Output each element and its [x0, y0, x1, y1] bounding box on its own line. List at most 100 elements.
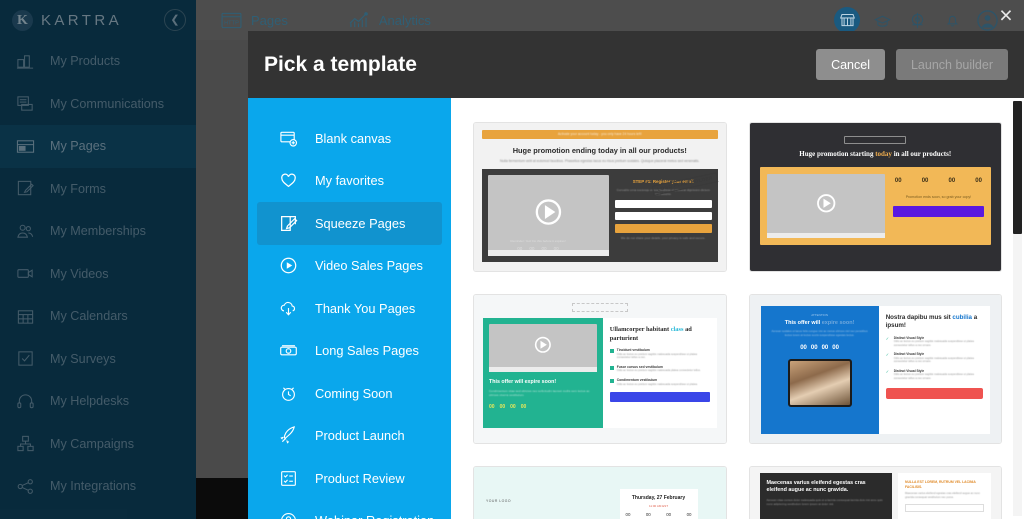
countdown-value: 00 [832, 345, 839, 351]
sidebar-item-my-memberships[interactable]: My Memberships [0, 210, 196, 253]
sidebar-item-label: My Surveys [50, 351, 116, 366]
template-card[interactable]: Huge promotion starting today in all our… [748, 122, 1002, 272]
graduation-cap-icon[interactable] [869, 7, 895, 33]
first-name-input[interactable] [905, 504, 984, 513]
template-headline: Huge promotion ending today in all our p… [512, 146, 687, 155]
reminder-text: Reminder: Yes! Do this before it expires… [510, 239, 566, 243]
optin-headline: NULLA EST LOREM, RUTRUM VEL LACINIA FACI… [905, 480, 976, 489]
forms-icon [14, 179, 36, 198]
offer-side: ATTENTION This offer will expire soon! A… [760, 306, 879, 434]
sidebar-item-my-campaigns[interactable]: My Campaigns [0, 423, 196, 466]
copy-side: Maecenas varius eleifend egestas cras el… [759, 473, 892, 519]
signup-button[interactable] [885, 387, 983, 399]
blank-canvas-icon [278, 128, 299, 149]
category-coming-soon[interactable]: Coming Soon [257, 372, 442, 415]
promo-text: Promotion ends soon, so grab your copy! [905, 194, 972, 199]
bullet-title: Distinct Visual Style [893, 352, 925, 357]
sidebar-item-my-products[interactable]: My Products [0, 40, 196, 83]
kartra-logo-icon: K [12, 9, 33, 31]
topbar-tab-pages-label: Pages [251, 12, 288, 28]
marketplace-icon[interactable] [834, 7, 860, 33]
countdown-value: 00 [666, 511, 672, 517]
category-label: Coming Soon [315, 385, 393, 401]
download-button[interactable] [892, 206, 984, 218]
template-card[interactable]: YOUR LOGO Thursday, 27 February 11:00 AM… [473, 466, 727, 519]
template-card[interactable]: Maecenas varius eleifend egestas cras el… [748, 466, 1002, 519]
scrollbar-thumb[interactable] [1013, 101, 1022, 234]
countdown-value: 00 [894, 178, 902, 185]
modal-header: Pick a template Cancel Launch builder [248, 31, 1024, 98]
bullet-item: Tincidunt vestibulum Odio ac lectus eu pr… [609, 348, 710, 360]
topbar-tab-pages[interactable]: HTTP Pages [220, 11, 288, 29]
bullet-item: Fusce cursus sed vestibulum Odio ac lectu… [609, 365, 710, 373]
webinar-date: Thursday, 27 February [631, 495, 686, 501]
launch-builder-button[interactable]: Launch builder [895, 49, 1008, 80]
checklist-icon [278, 468, 299, 489]
sidebar-item-my-pages[interactable]: My Pages [0, 125, 196, 168]
video-side: This offer will expire soon! Condimentum… [483, 318, 603, 428]
sidebar-item-my-helpdesks[interactable]: My Helpdesks [0, 380, 196, 423]
signup-button[interactable] [609, 392, 710, 403]
brand-name: KARTRA [41, 11, 122, 29]
play-circle-icon [278, 255, 299, 276]
logo-placeholder [571, 303, 628, 312]
template-panel: This offer will expire soon! Condimentum… [483, 318, 717, 428]
sidebar-item-my-integrations[interactable]: My Integrations [0, 465, 196, 508]
category-my-favorites[interactable]: My favorites [257, 160, 442, 203]
video-controls [489, 367, 597, 372]
notifications-bell-icon[interactable] [939, 7, 965, 33]
bullet-text: Odio ac lectus eu pretium sagittis males… [616, 382, 698, 386]
countdown: 00 00 00 00 [893, 174, 984, 185]
template-headline: Maecenas varius eleifend egestas cras el… [766, 480, 866, 494]
content-backdrop [196, 40, 248, 478]
category-video-sales-pages[interactable]: Video Sales Pages [257, 245, 442, 288]
sidebar-item-my-surveys[interactable]: My Surveys [0, 338, 196, 381]
modal-actions: Cancel Launch builder [816, 49, 1008, 80]
bullet-item: ✓ Distinct Visual Style Odio ac lectus eu … [886, 369, 983, 381]
countdown-value: 00 [948, 178, 956, 185]
category-product-review[interactable]: Product Review [257, 457, 442, 500]
sidebar-item-my-communications[interactable]: My Communications [0, 83, 196, 126]
offer-headline: This offer will expire soon! [489, 379, 557, 385]
template-card[interactable]: Activate your account today - you only h… [473, 122, 727, 272]
sidebar-item-my-calendars[interactable]: My Calendars [0, 295, 196, 338]
category-label: Blank canvas [315, 130, 392, 146]
chevron-left-icon[interactable]: ❮ [164, 9, 186, 31]
countdown-value: 00 [499, 404, 506, 411]
sidebar-item-label: My Products [50, 54, 120, 69]
category-blank-canvas[interactable]: Blank canvas [257, 117, 442, 160]
close-icon[interactable]: × [994, 4, 1018, 28]
category-label: Product Launch [315, 428, 405, 444]
category-label: Long Sales Pages [315, 343, 419, 359]
category-webinar-registration[interactable]: Webinar Registration [257, 500, 442, 519]
calendars-icon [14, 307, 36, 326]
cancel-button[interactable]: Cancel [816, 49, 885, 80]
template-panel: ATTENTION This offer will expire soon! A… [760, 306, 990, 434]
sidebar-item-label: My Campaigns [50, 436, 134, 451]
alarm-clock-icon [278, 383, 299, 404]
email-input[interactable] [614, 211, 712, 220]
category-squeeze-pages[interactable]: Squeeze Pages [257, 202, 442, 245]
sidebar-item-label: My Forms [50, 181, 106, 196]
sidebar-item-my-videos[interactable]: My Videos [0, 253, 196, 296]
memberships-icon [14, 222, 36, 241]
template-card[interactable]: ATTENTION This offer will expire soon! A… [748, 294, 1002, 444]
countdown: 00 00 00 00 [626, 512, 692, 518]
bullet-item: ✓ Distinct Visual Style Odio ac lectus eu … [886, 336, 983, 348]
offer-headline: This offer will expire soon! [784, 320, 855, 327]
bullet-title: Condimentum vestibulum [616, 378, 658, 383]
category-long-sales-pages[interactable]: Long Sales Pages [257, 330, 442, 373]
submit-button[interactable] [614, 223, 712, 233]
attention-label: ATTENTION [811, 313, 828, 317]
video-placeholder [489, 324, 597, 372]
sidebar-item-my-forms[interactable]: My Forms [0, 168, 196, 211]
category-thank-you-pages[interactable]: Thank You Pages [257, 287, 442, 330]
template-card[interactable]: This offer will expire soon! Condimentum… [473, 294, 727, 444]
sidebar-item-label: My Integrations [50, 479, 137, 494]
first-name-input[interactable] [614, 199, 712, 208]
category-product-launch[interactable]: Product Launch [257, 415, 442, 458]
sidebar-item-label: My Pages [50, 139, 106, 154]
topbar-tab-analytics[interactable]: Analytics [348, 11, 431, 29]
squeeze-pages-icon [278, 213, 299, 234]
support-icon[interactable] [904, 7, 930, 33]
